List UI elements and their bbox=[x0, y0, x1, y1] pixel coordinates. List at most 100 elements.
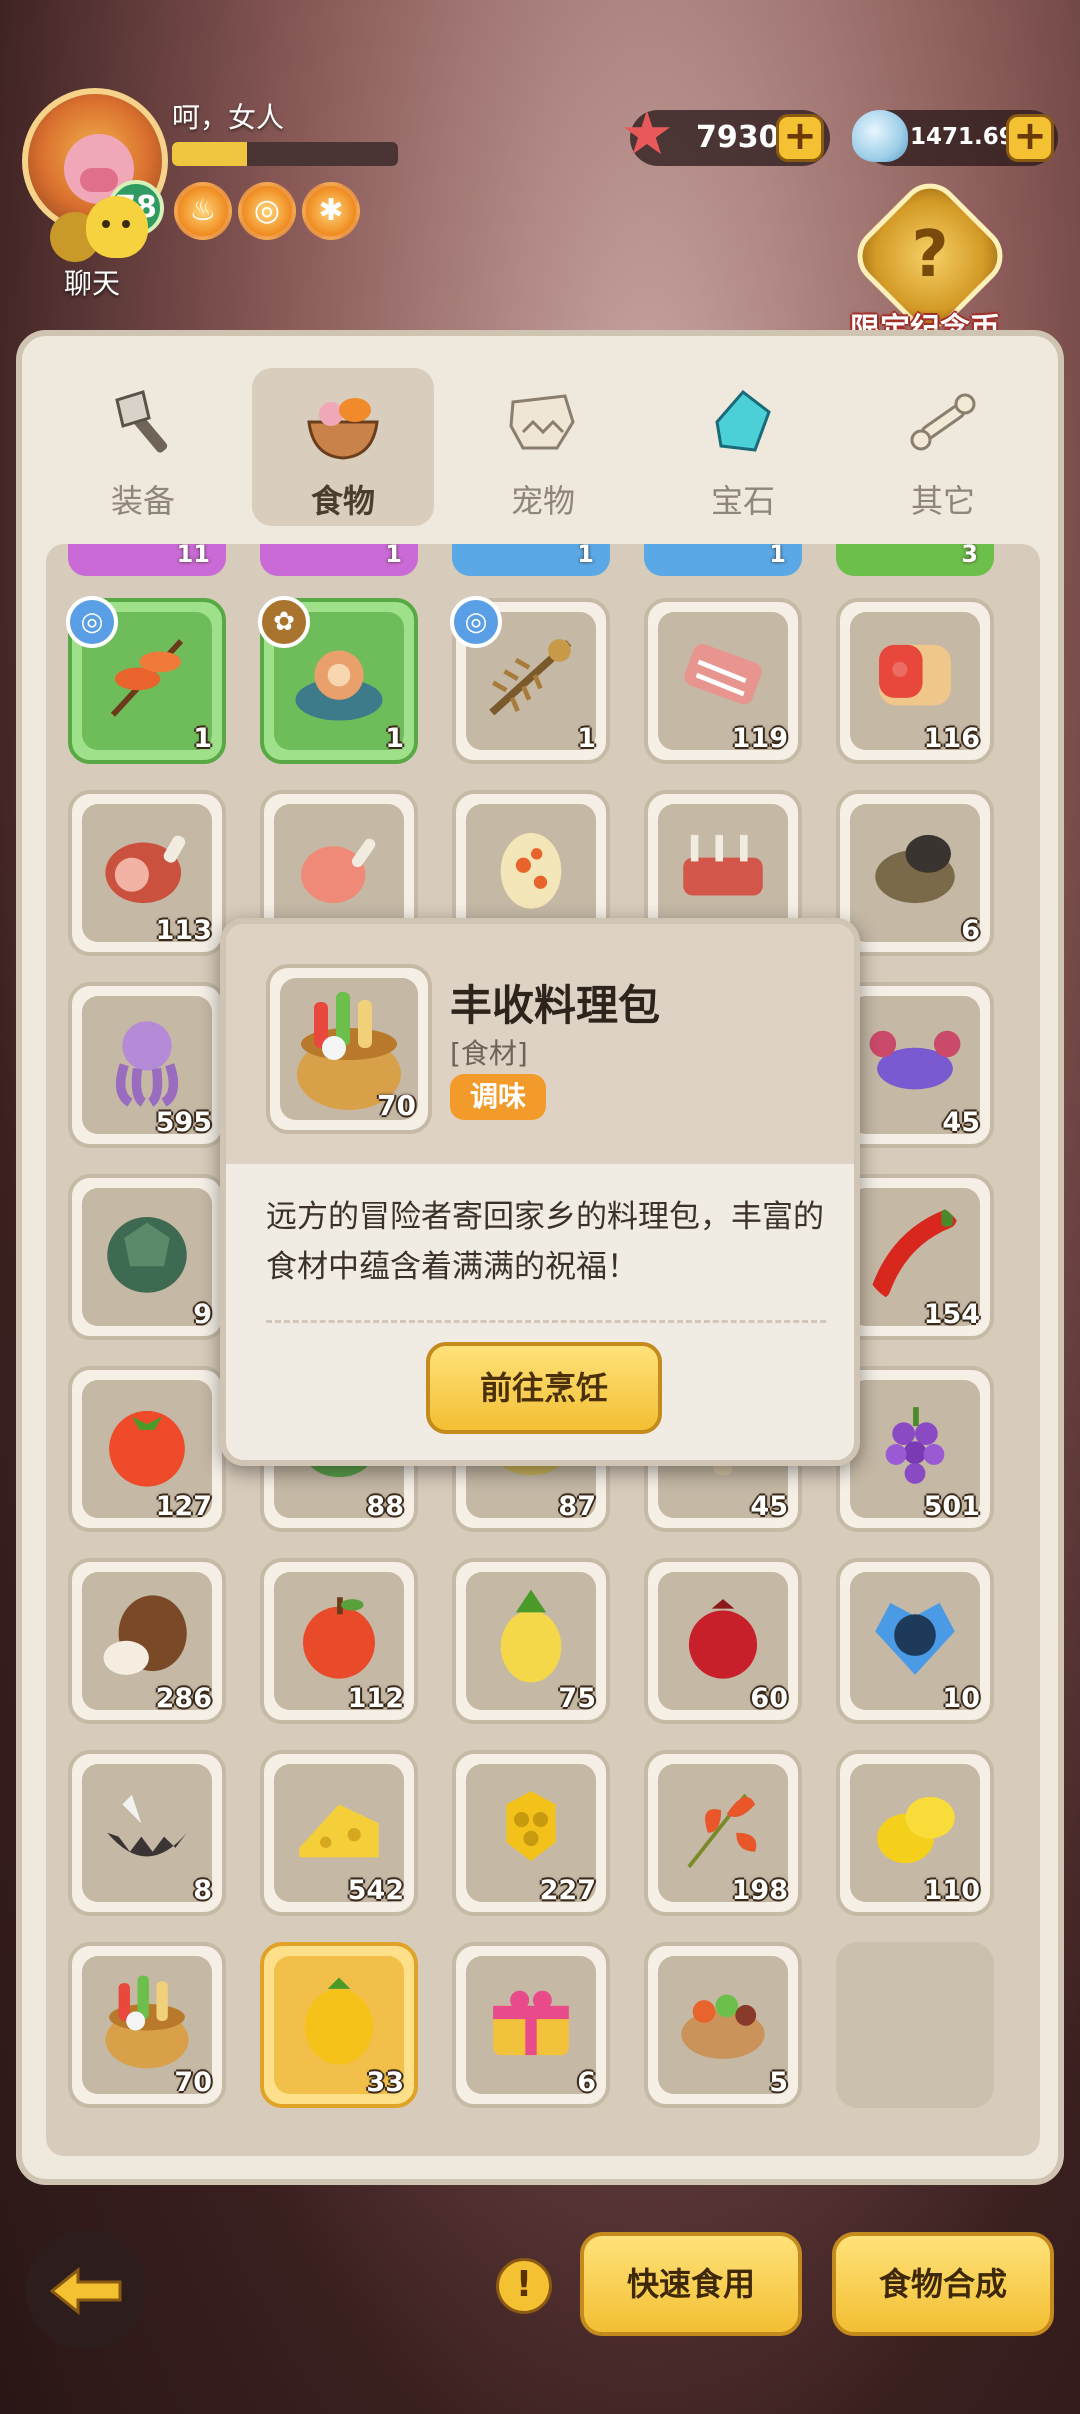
tomato-icon bbox=[109, 1410, 185, 1487]
back-arrow-icon bbox=[49, 2266, 122, 2316]
fire-buff-icon[interactable]: ♨ bbox=[174, 182, 232, 240]
quick-eat-button[interactable]: 快速食用 bbox=[580, 2232, 802, 2336]
item-count: 70 bbox=[174, 2067, 212, 2098]
item-cell[interactable]: 75 bbox=[452, 1558, 610, 1724]
item-slot bbox=[850, 1956, 980, 2094]
item-cell[interactable]: 227 bbox=[452, 1750, 610, 1916]
add-starfish-button[interactable]: + bbox=[776, 114, 824, 162]
item-cell[interactable]: 60 bbox=[644, 1558, 802, 1724]
swirl-badge-icon: ◎ bbox=[66, 596, 118, 648]
item-cell[interactable]: 119 bbox=[644, 598, 802, 764]
tab-gem[interactable]: 宝石 bbox=[652, 368, 834, 526]
popup-item-icon-box: 70 bbox=[266, 964, 432, 1134]
popup-item-title: 丰收料理包 bbox=[450, 981, 661, 1030]
item-cell[interactable]: 116 bbox=[836, 598, 994, 764]
axe-icon bbox=[115, 390, 168, 453]
item-cell[interactable]: 198 bbox=[644, 1750, 802, 1916]
info-icon[interactable]: ! bbox=[496, 2258, 552, 2314]
item-count: 127 bbox=[155, 1491, 212, 1522]
crab-icon bbox=[869, 1030, 961, 1090]
octopus-icon bbox=[115, 1021, 179, 1107]
popup-item-tag: 调味 bbox=[450, 1074, 547, 1120]
partial-item-cell[interactable]: 11 bbox=[68, 544, 226, 576]
item-count: 112 bbox=[347, 1683, 404, 1714]
dark-meat-icon bbox=[875, 834, 955, 904]
exp-bar-fill bbox=[172, 142, 247, 166]
item-count: 9 bbox=[193, 1299, 212, 1330]
drumstick-icon bbox=[301, 838, 376, 904]
tab-bone[interactable]: 其它 bbox=[852, 368, 1034, 526]
top-hud: 78 呵，女人 ♨ ◎ ✱ 聊天 7930 + ★ 1471.69M + ? 限… bbox=[0, 0, 1080, 347]
back-button[interactable] bbox=[26, 2230, 146, 2350]
item-cell[interactable]: 595 bbox=[68, 982, 226, 1148]
item-cell[interactable]: 6 bbox=[452, 1942, 610, 2108]
pineapple-icon bbox=[500, 1589, 562, 1683]
item-count: 10 bbox=[942, 1683, 980, 1714]
item-cell[interactable]: 10 bbox=[836, 1558, 994, 1724]
item-count: 113 bbox=[155, 915, 212, 946]
golden-fruit-icon bbox=[304, 1977, 374, 2065]
item-count: 198 bbox=[731, 1875, 788, 1906]
item-cell[interactable]: 33 bbox=[260, 1942, 418, 2108]
item-cell[interactable]: 70 bbox=[68, 1942, 226, 2108]
ribs-icon bbox=[684, 644, 762, 705]
partial-item-cell[interactable]: 1 bbox=[452, 544, 610, 576]
partial-item-cell[interactable]: 1 bbox=[644, 544, 802, 576]
honeycomb-icon bbox=[506, 1791, 556, 1862]
go-cook-button[interactable]: 前往烹饪 bbox=[426, 1342, 662, 1434]
item-cell[interactable]: ✿ 1 bbox=[258, 596, 418, 764]
item-count: 119 bbox=[731, 723, 788, 754]
item-cell[interactable]: 6 bbox=[836, 790, 994, 956]
item-count: 542 bbox=[347, 1875, 404, 1906]
partial-item-cell[interactable]: 1 bbox=[260, 544, 418, 576]
tab-label: 食物 bbox=[310, 482, 375, 520]
starfish-amount: 7930 bbox=[696, 120, 780, 155]
dish-badge-icon: ✿ bbox=[258, 596, 310, 648]
item-cell[interactable]: 110 bbox=[836, 1750, 994, 1916]
exp-bar bbox=[172, 142, 398, 166]
harvest-bag-icon bbox=[105, 1975, 189, 2069]
item-cell[interactable]: 9 bbox=[68, 1174, 226, 1340]
chat-label: 聊天 bbox=[64, 267, 121, 300]
red-herb-icon bbox=[687, 1793, 757, 1869]
grapes-icon bbox=[885, 1407, 945, 1484]
food-craft-button[interactable]: 食物合成 bbox=[832, 2232, 1054, 2336]
item-cell[interactable]: ◎ 1 bbox=[66, 596, 226, 764]
popup-divider bbox=[266, 1320, 826, 1323]
item-cell[interactable]: 5 bbox=[644, 1942, 802, 2108]
chat-button[interactable] bbox=[50, 196, 148, 262]
item-count: 8 bbox=[193, 1875, 212, 1906]
tab-pet-skull[interactable]: 宠物 bbox=[452, 368, 634, 526]
tab-food-bowl[interactable]: 食物 bbox=[252, 368, 434, 526]
item-count: 1 bbox=[385, 723, 404, 754]
ham-leg-icon bbox=[105, 835, 186, 904]
item-count: 501 bbox=[923, 1491, 980, 1522]
coconut-icon bbox=[103, 1595, 187, 1675]
swirl-buff-icon[interactable]: ◎ bbox=[238, 182, 296, 240]
partial-item-cell[interactable]: 3 bbox=[836, 544, 994, 576]
item-count: 11 bbox=[176, 544, 210, 568]
item-cell[interactable]: 113 bbox=[68, 790, 226, 956]
item-cell[interactable]: 112 bbox=[260, 1558, 418, 1724]
fang-jaw-icon bbox=[107, 1794, 187, 1857]
food-bowl-icon bbox=[307, 398, 379, 460]
tab-label: 其它 bbox=[910, 482, 975, 520]
bug-buff-icon[interactable]: ✱ bbox=[302, 182, 360, 240]
item-cell[interactable]: ◎ 1 bbox=[450, 596, 610, 764]
shell-icon bbox=[852, 110, 908, 162]
item-cell[interactable]: 127 bbox=[68, 1366, 226, 1532]
item-cell[interactable]: 8 bbox=[68, 1750, 226, 1916]
chili-pepper-icon bbox=[871, 1209, 957, 1299]
item-count: 88 bbox=[366, 1491, 404, 1522]
item-cell[interactable]: 286 bbox=[68, 1558, 226, 1724]
lemon-icon bbox=[877, 1796, 955, 1864]
item-count: 60 bbox=[750, 1683, 788, 1714]
tab-axe[interactable]: 装备 bbox=[52, 368, 234, 526]
tab-label: 宝石 bbox=[710, 482, 775, 520]
turtle-shell-icon bbox=[107, 1217, 187, 1293]
empty-item-cell bbox=[836, 1942, 994, 2108]
item-count: 116 bbox=[923, 723, 980, 754]
item-cell[interactable]: 542 bbox=[260, 1750, 418, 1916]
add-shell-button[interactable]: + bbox=[1006, 114, 1054, 162]
item-count: 154 bbox=[923, 1299, 980, 1330]
